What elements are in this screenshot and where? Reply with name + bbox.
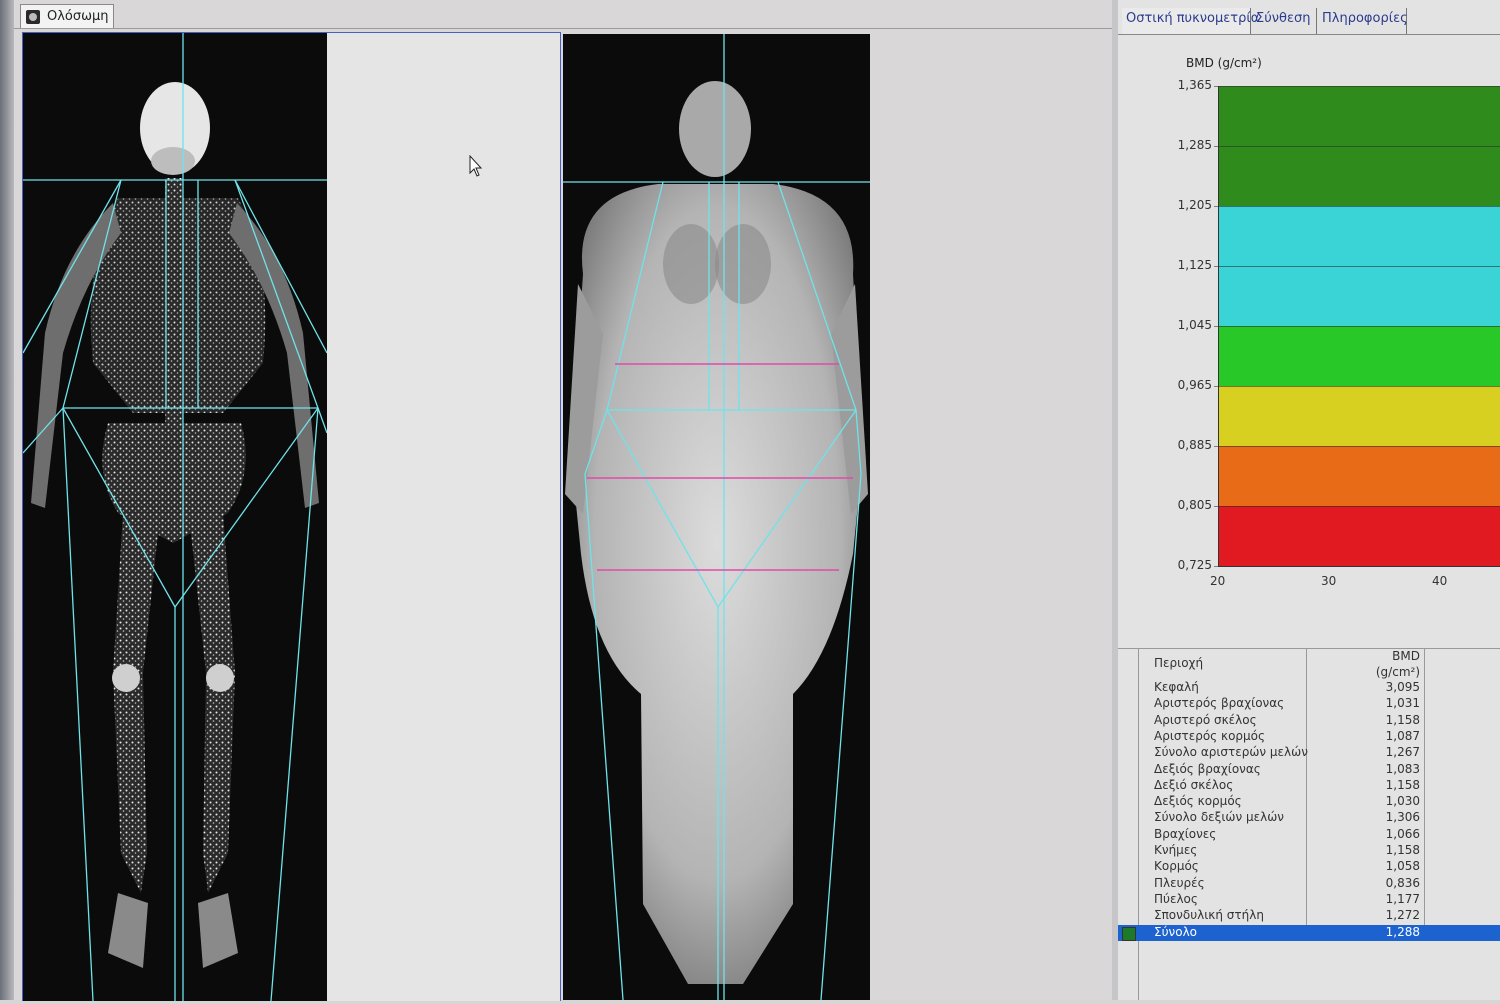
table-row[interactable]: Βραχίονες 1,066	[1118, 827, 1500, 843]
col-header-bmd-label: BMD	[1392, 649, 1420, 663]
x-tick-label: 40	[1432, 574, 1448, 588]
y-tick-label: 0,805	[1177, 498, 1212, 512]
row-region: Βραχίονες	[1154, 826, 1217, 841]
bmd-reference-chart: 1,365 1,285 1,205 1,125 1,045 0,965 0,885 0,805…	[1118, 0, 1500, 600]
row-bmd-value: 1,058	[1385, 859, 1420, 874]
table-row[interactable]: Δεξιό σκέλος 1,158	[1118, 778, 1500, 794]
row-region: Κεφαλή	[1154, 680, 1199, 694]
table-row[interactable]: Δεξιός βραχίονας 1,083	[1118, 762, 1500, 778]
table-top-border	[1118, 648, 1500, 649]
table-row[interactable]: Σπονδυλική στήλη 1,272	[1118, 908, 1500, 924]
mouse-cursor-icon	[469, 155, 483, 177]
row-region: Πύελος	[1154, 891, 1198, 906]
grid-line	[1214, 206, 1500, 207]
row-region: Σπονδυλική στήλη	[1154, 908, 1264, 923]
results-table[interactable]: Περιοχή BMD (g/cm²) Κεφαλή 3,095 Αριστερός…	[1118, 648, 1500, 1000]
y-tick-label: 1,045	[1177, 318, 1212, 332]
row-region: Κνήμες	[1154, 843, 1198, 857]
row-bmd-value: 1,177	[1385, 891, 1420, 906]
table-row[interactable]: Κορμός 1,058	[1118, 859, 1500, 875]
table-row[interactable]: Σύνολο δεξιών μελών 1,306	[1118, 810, 1500, 826]
row-bmd-value: 1,030	[1385, 794, 1420, 809]
table-row[interactable]: Κνήμες 1,158	[1118, 843, 1500, 859]
tissue-scan-panel[interactable]	[563, 34, 870, 1001]
y-tick-label: 1,365	[1177, 78, 1212, 92]
chart-x-axis	[1218, 566, 1500, 567]
col-header-bmd: BMD (g/cm²)	[1358, 648, 1420, 680]
col-header-bmd-unit: (g/cm²)	[1375, 665, 1420, 679]
row-bmd-value: 1,267	[1385, 745, 1420, 760]
table-row[interactable]: Κεφαλή 3,095	[1118, 680, 1500, 696]
row-bmd-value: 1,031	[1385, 696, 1420, 711]
table-row[interactable]: Σύνολο αριστερών μελών 1,267	[1118, 745, 1500, 761]
y-tick-label: 0,725	[1177, 558, 1212, 572]
row-bmd-value: 1,066	[1385, 826, 1420, 841]
table-row[interactable]: Πύελος 1,177	[1118, 892, 1500, 908]
col-header-region: Περιοχή	[1154, 656, 1204, 670]
row-color-swatch	[1122, 926, 1136, 941]
row-region: Πλευρές	[1154, 875, 1205, 890]
grid-line	[1214, 146, 1500, 147]
row-bmd-value: 1,087	[1385, 728, 1420, 743]
row-bmd-value: 1,306	[1385, 810, 1420, 825]
divider	[14, 28, 1112, 29]
row-region: Αριστερός βραχίονας	[1154, 696, 1285, 711]
row-bmd-value: 1,158	[1385, 712, 1420, 727]
row-region: Δεξιό σκέλος	[1154, 777, 1234, 792]
window-tab[interactable]: Ολόσωμη	[20, 4, 114, 29]
row-region: Δεξιός κορμός	[1154, 794, 1242, 809]
results-panel: Οστική πυκνομετρία Σύνθεση Πληροφορίες B…	[1118, 0, 1500, 1000]
x-tick-label: 30	[1321, 574, 1337, 588]
row-region: Αριστερό σκέλος	[1154, 712, 1257, 727]
row-region: Σύνολο αριστερών μελών	[1154, 745, 1308, 760]
bone-scan-image	[23, 33, 327, 1001]
y-tick-label: 1,205	[1177, 198, 1212, 212]
grid-line	[1214, 506, 1500, 507]
tissue-scan-image	[563, 34, 870, 1001]
row-region: Σύνολο	[1154, 924, 1198, 939]
scan-window: Ολόσωμη	[0, 0, 1112, 1001]
row-bmd-value: 3,095	[1385, 680, 1420, 694]
window-edge	[0, 0, 14, 1000]
row-region: Κορμός	[1154, 859, 1199, 874]
y-tick-label: 1,285	[1177, 138, 1212, 152]
chart-band	[1218, 386, 1500, 446]
grid-line	[1214, 386, 1500, 387]
chart-band	[1218, 506, 1500, 566]
row-bmd-value: 1,288	[1385, 924, 1420, 939]
bone-scan-panel[interactable]	[22, 32, 561, 1001]
chart-band	[1218, 326, 1500, 386]
table-row[interactable]: Σύνολο 1,288	[1118, 924, 1500, 941]
table-row[interactable]: Δεξιός κορμός 1,030	[1118, 794, 1500, 810]
table-row[interactable]: Αριστερός βραχίονας 1,031	[1118, 696, 1500, 712]
table-row[interactable]: Πλευρές 0,836	[1118, 876, 1500, 892]
row-region: Δεξιός βραχίονας	[1154, 761, 1261, 776]
scan-app-icon	[26, 10, 40, 24]
table-row[interactable]: Αριστερός κορμός 1,087	[1118, 729, 1500, 745]
row-region: Αριστερός κορμός	[1154, 728, 1266, 743]
chart-band	[1218, 446, 1500, 506]
window-title: Ολόσωμη	[47, 9, 109, 24]
table-row[interactable]: Αριστερό σκέλος 1,158	[1118, 713, 1500, 729]
grid-line	[1214, 446, 1500, 447]
grid-line	[1214, 86, 1500, 87]
y-tick-label: 1,125	[1177, 258, 1212, 272]
row-bmd-value: 1,158	[1385, 843, 1420, 857]
grid-line	[1214, 266, 1500, 267]
row-bmd-value: 1,272	[1385, 908, 1420, 923]
y-tick-label: 0,965	[1177, 378, 1212, 392]
row-bmd-value: 0,836	[1385, 875, 1420, 890]
y-tick-label: 0,885	[1177, 438, 1212, 452]
x-tick-label: 20	[1210, 574, 1226, 588]
row-region: Σύνολο δεξιών μελών	[1154, 810, 1284, 825]
grid-line	[1214, 326, 1500, 327]
row-bmd-value: 1,158	[1385, 777, 1420, 792]
row-bmd-value: 1,083	[1385, 761, 1420, 776]
